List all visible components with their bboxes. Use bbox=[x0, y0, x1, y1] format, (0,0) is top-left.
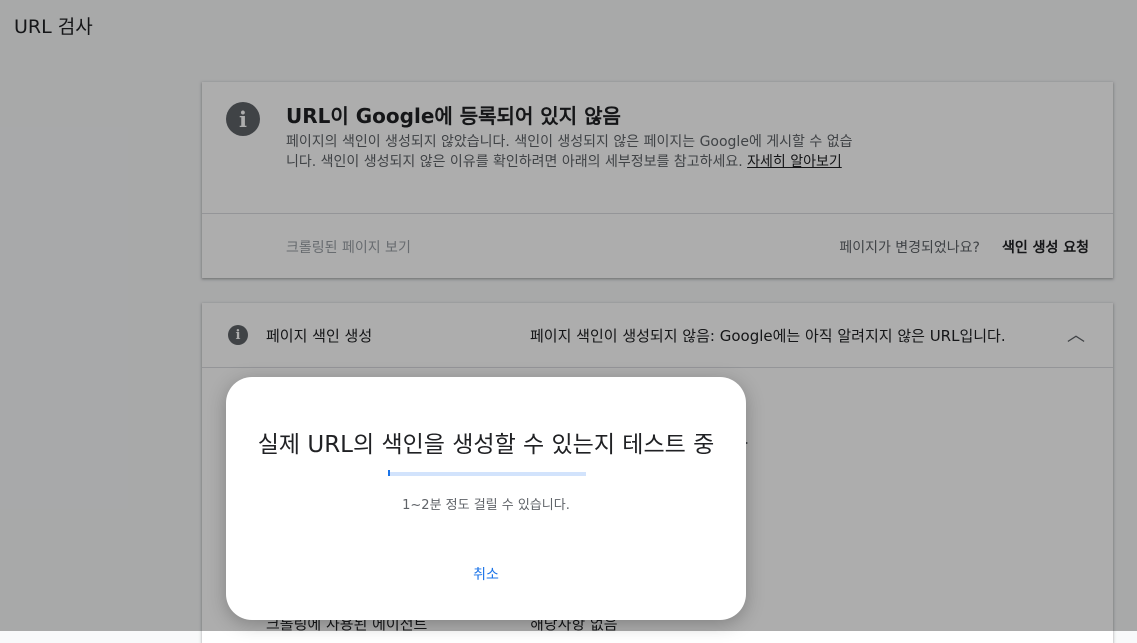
progress-fill bbox=[388, 470, 390, 476]
dialog-subtitle: 1~2분 정도 걸릴 수 있습니다. bbox=[402, 498, 570, 513]
live-test-dialog: 실제 URL의 색인을 생성할 수 있는지 테스트 중 1~2분 정도 걸릴 수… bbox=[226, 377, 746, 620]
progress-bar bbox=[388, 470, 586, 476]
dialog-title: 실제 URL의 색인을 생성할 수 있는지 테스트 중 bbox=[257, 432, 715, 458]
cancel-button[interactable]: 취소 bbox=[226, 564, 746, 584]
